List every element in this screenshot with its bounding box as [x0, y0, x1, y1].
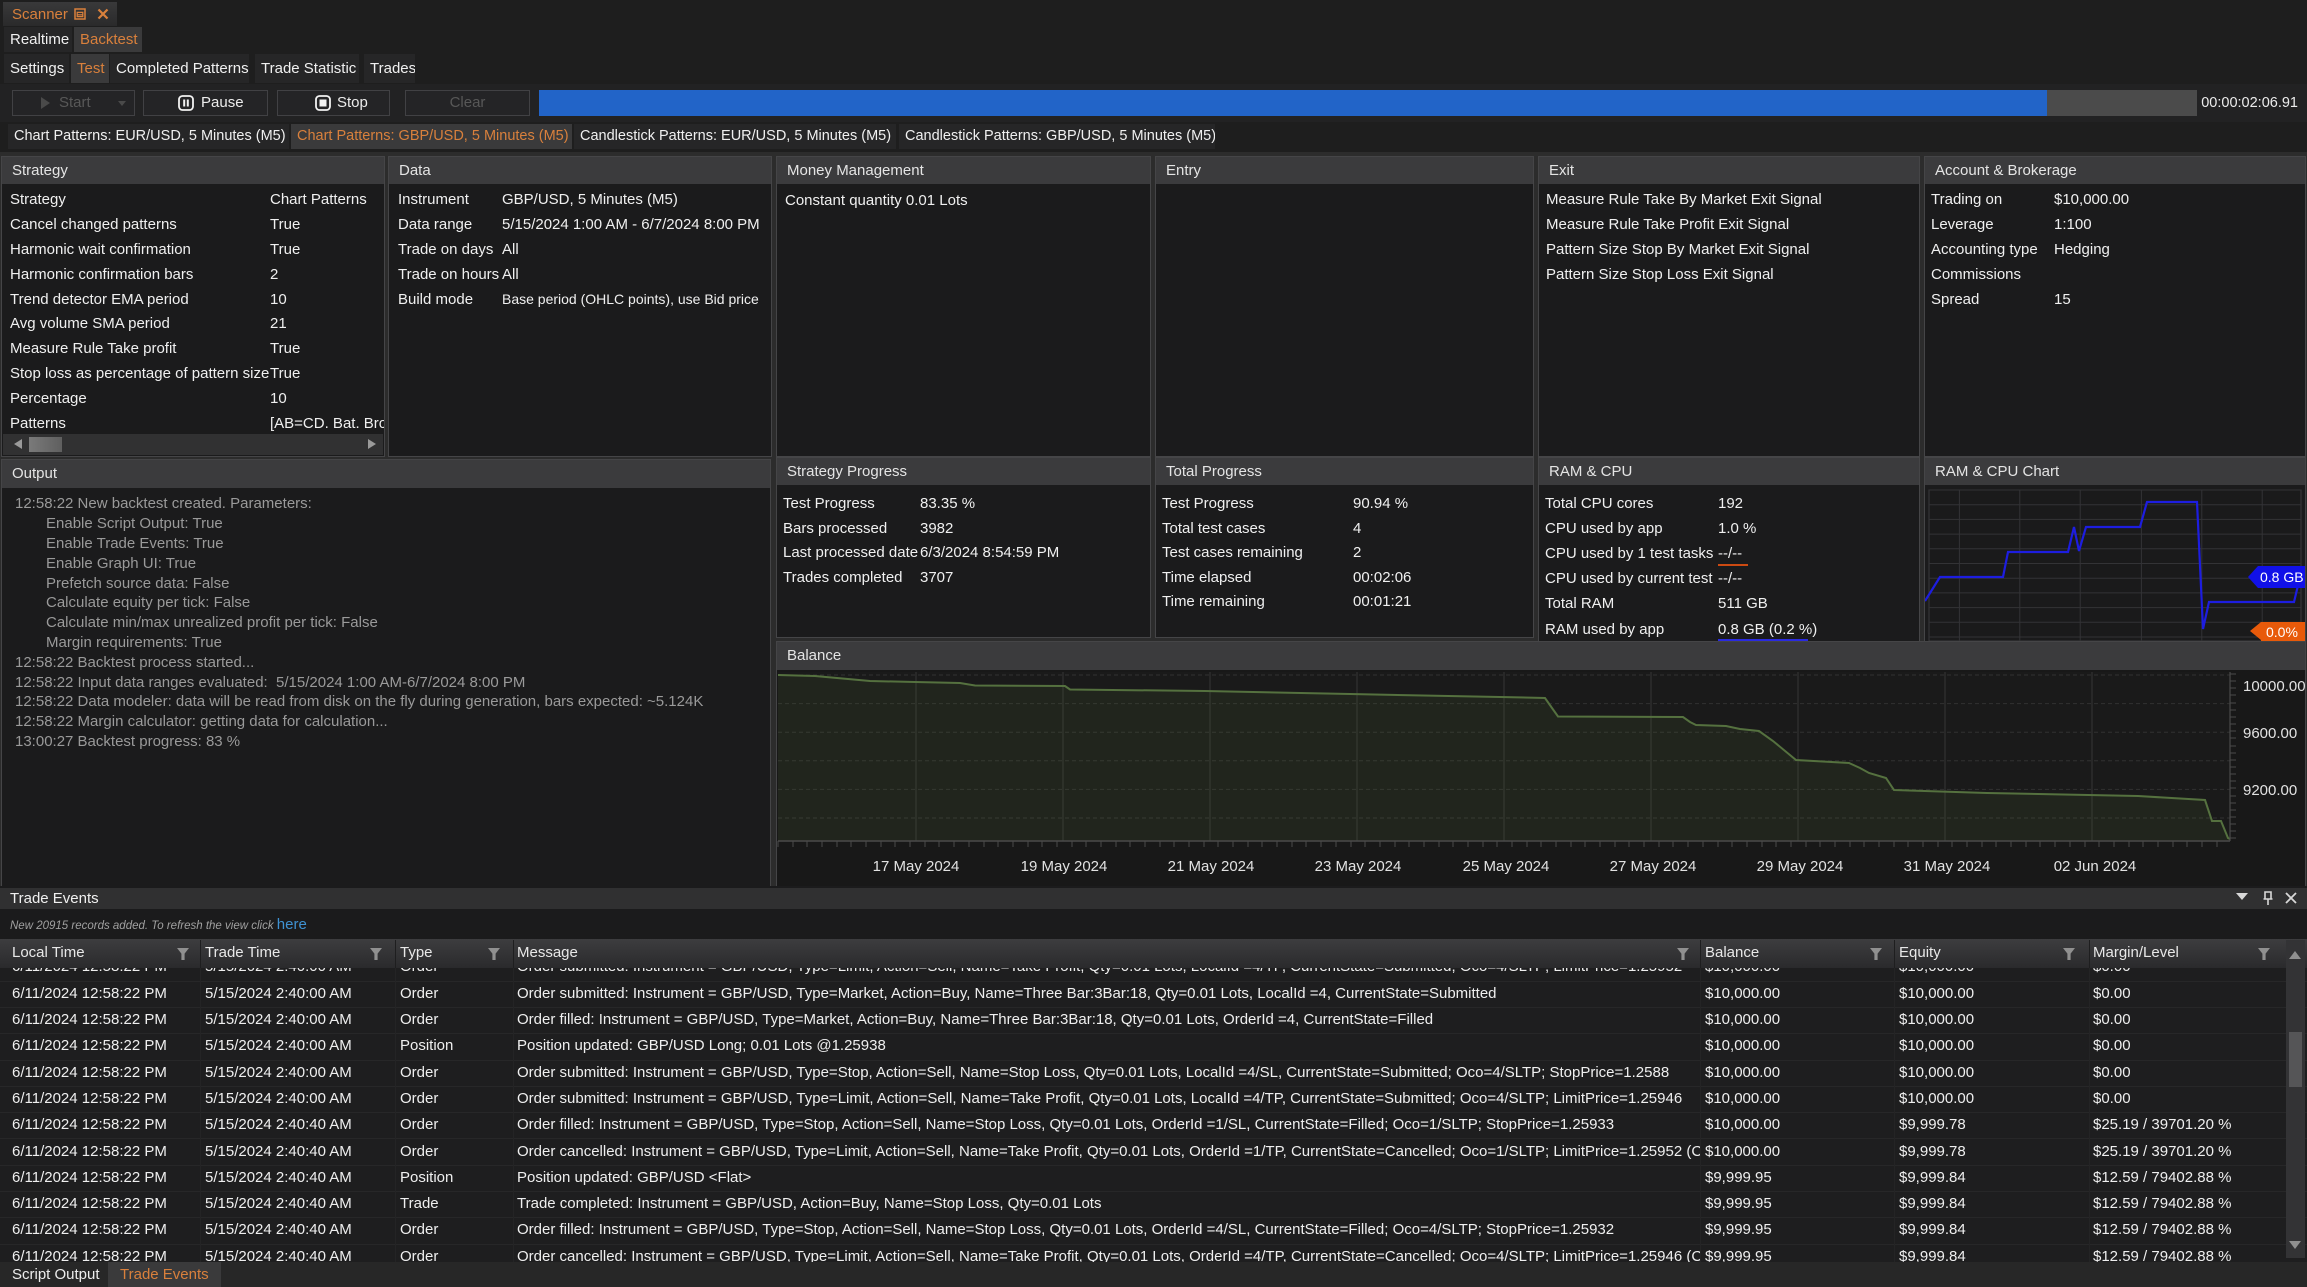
svg-text:0.0%: 0.0% — [2266, 624, 2298, 640]
svg-text:0.8 GB: 0.8 GB — [2260, 569, 2304, 585]
